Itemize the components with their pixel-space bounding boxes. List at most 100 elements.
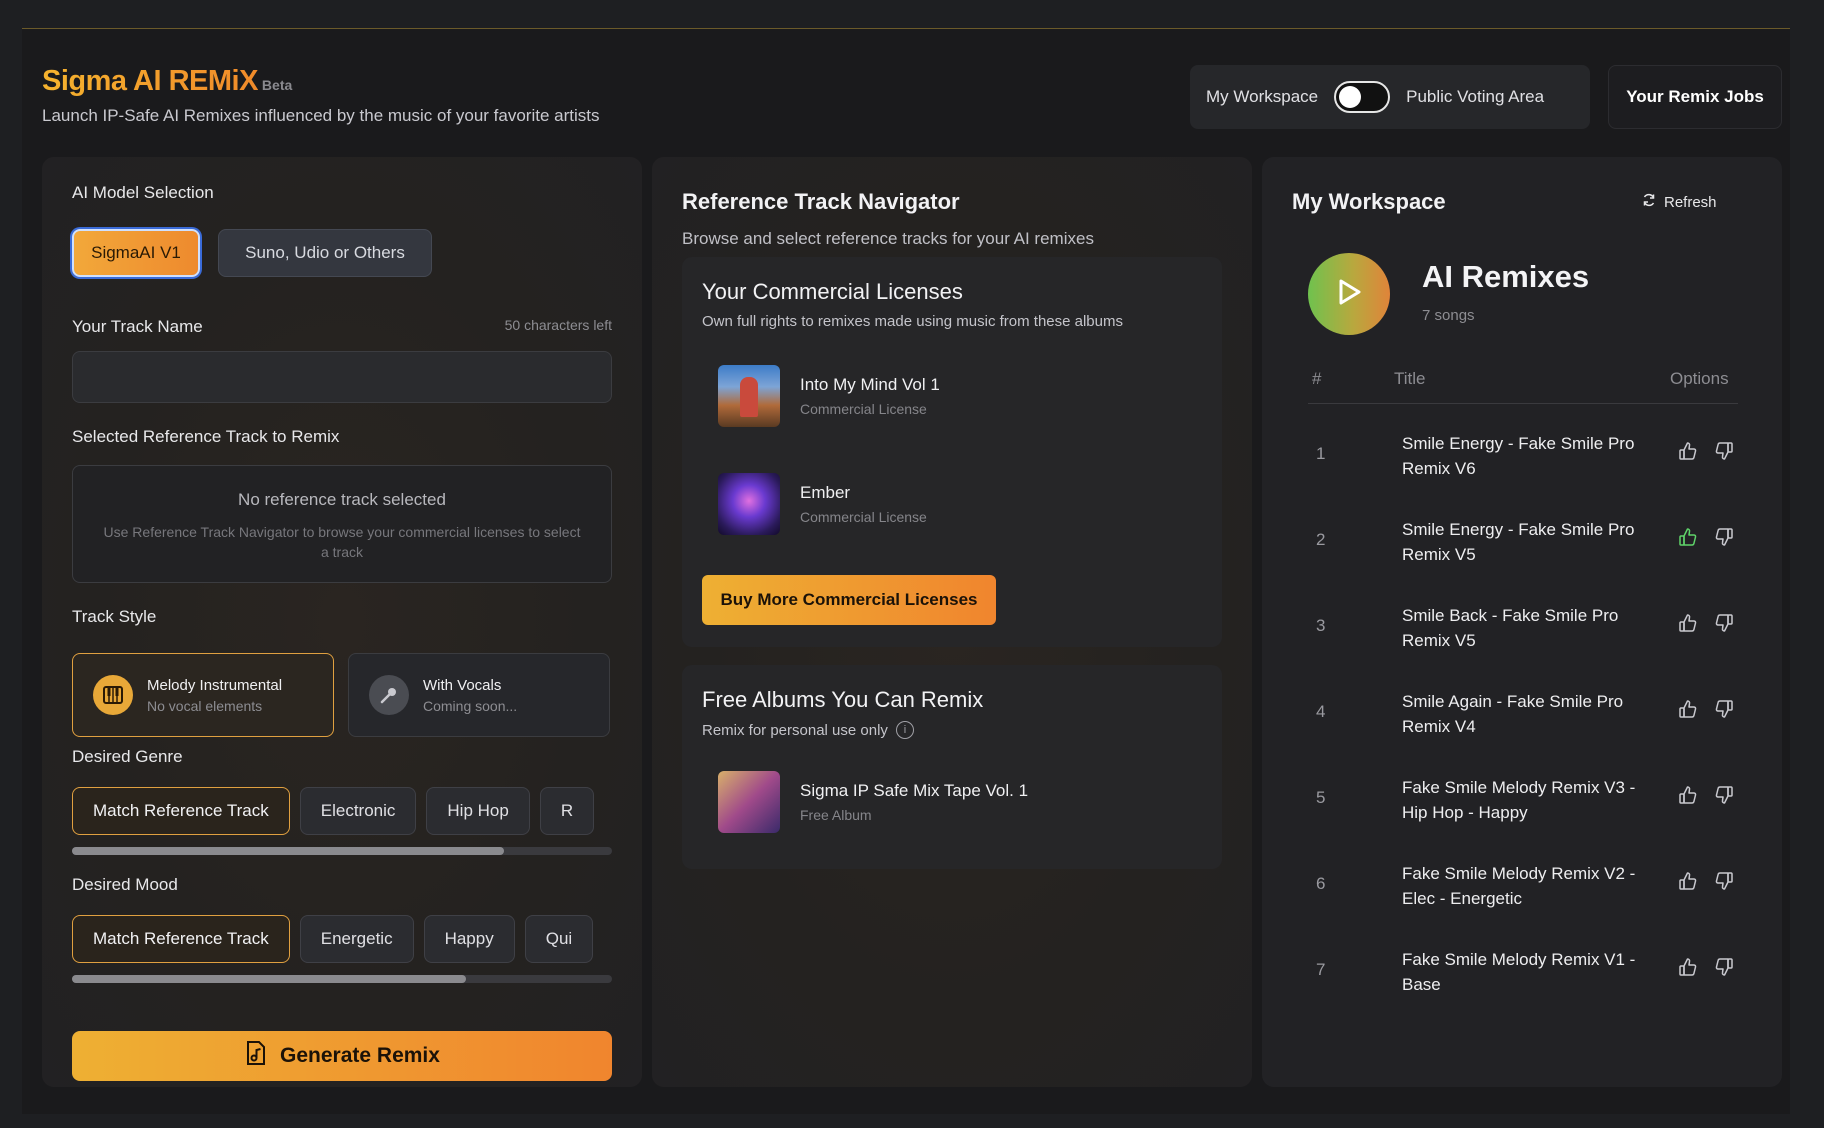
- genre-chip[interactable]: Electronic: [299, 787, 417, 835]
- toggle-label-workspace: My Workspace: [1206, 87, 1319, 106]
- free-albums-desc: Remix for personal use only: [702, 721, 888, 739]
- style-melody-desc: No vocal elements: [147, 697, 263, 714]
- col-header-title: Title: [1394, 369, 1426, 388]
- commercial-licenses-card: Your Commercial Licenses Own full rights…: [682, 257, 1222, 647]
- free-albums-title: Free Albums You Can Remix: [702, 687, 984, 712]
- music-file-icon: [244, 1040, 268, 1072]
- playlist-title: AI Remixes: [1422, 259, 1590, 294]
- beta-badge: Beta: [261, 77, 293, 93]
- album-cover: [718, 365, 780, 427]
- track-row[interactable]: 6 Fake Smile Melody Remix V2 - Elec - Ene…: [1308, 843, 1738, 929]
- genre-label: Desired Genre: [72, 747, 183, 766]
- app-frame: Sigma AI REMiX Beta Launch IP-Safe AI Rem…: [22, 28, 1790, 1114]
- model-others-button[interactable]: Suno, Udio or Others: [218, 229, 432, 277]
- model-selection-label: AI Model Selection: [72, 183, 214, 202]
- workspace-title: My Workspace: [1292, 189, 1446, 214]
- album-name: Into My Mind Vol 1: [800, 375, 940, 394]
- thumbs-up-icon[interactable]: [1678, 441, 1698, 466]
- album-license: Free Album: [800, 807, 872, 823]
- app-subtitle: Launch IP-Safe AI Remixes influenced by …: [42, 106, 600, 125]
- workspace-panel: My Workspace Refresh AI Remixes 7 songs …: [1262, 157, 1782, 1087]
- thumbs-down-icon[interactable]: [1714, 785, 1734, 810]
- mood-chip[interactable]: Happy: [423, 915, 515, 963]
- workspace-toggle-group: My Workspace Public Voting Area: [1190, 65, 1590, 129]
- album-name: Ember: [800, 483, 851, 502]
- info-icon[interactable]: i: [895, 721, 914, 739]
- track-title: Fake Smile Melody Remix V2 - Elec - Ener…: [1402, 864, 1636, 908]
- track-row[interactable]: 1 Smile Energy - Fake Smile Pro Remix V6: [1308, 413, 1738, 499]
- mood-chip[interactable]: Match Reference Track: [72, 915, 290, 963]
- thumbs-up-icon[interactable]: [1678, 785, 1698, 810]
- thumbs-down-icon[interactable]: [1714, 441, 1734, 466]
- mood-chip[interactable]: Energetic: [299, 915, 414, 963]
- reference-track-label: Selected Reference Track to Remix: [72, 427, 340, 446]
- header-divider: [1308, 403, 1738, 404]
- microphone-icon: [369, 675, 409, 715]
- reference-track-box: No reference track selected Use Referenc…: [72, 465, 612, 583]
- generate-remix-button[interactable]: Generate Remix: [72, 1031, 612, 1081]
- mood-chips: Match Reference Track Energetic Happy Qu…: [72, 915, 612, 965]
- free-albums-card: Free Albums You Can Remix Remix for pers…: [682, 665, 1222, 869]
- thumbs-up-icon[interactable]: [1678, 527, 1698, 552]
- track-title: Smile Again - Fake Smile Pro Remix V4: [1402, 692, 1624, 736]
- model-sigmaai-button[interactable]: SigmaAI V1: [72, 229, 200, 277]
- thumbs-down-icon[interactable]: [1714, 699, 1734, 724]
- chars-left-counter: 50 characters left: [504, 317, 612, 333]
- thumbs-up-icon[interactable]: [1678, 871, 1698, 896]
- play-button[interactable]: [1308, 253, 1390, 335]
- track-number: 3: [1316, 616, 1326, 635]
- album-item[interactable]: Ember Commercial License: [718, 473, 927, 535]
- genre-chip[interactable]: Match Reference Track: [72, 787, 290, 835]
- thumbs-down-icon[interactable]: [1714, 957, 1734, 982]
- track-row[interactable]: 7 Fake Smile Melody Remix V1 - Base: [1308, 929, 1738, 1015]
- thumbs-down-icon[interactable]: [1714, 613, 1734, 638]
- piano-icon: [93, 675, 133, 715]
- no-reference-desc: Use Reference Track Navigator to browse …: [103, 524, 581, 560]
- genre-scroll-thumb[interactable]: [72, 847, 504, 855]
- refresh-label: Refresh: [1664, 193, 1717, 211]
- genre-chips: Match Reference Track Electronic Hip Hop…: [72, 787, 612, 837]
- thumbs-up-icon[interactable]: [1678, 613, 1698, 638]
- track-name-input[interactable]: [72, 351, 612, 403]
- track-number: 6: [1316, 874, 1326, 893]
- play-icon: [1336, 278, 1362, 311]
- album-item[interactable]: Into My Mind Vol 1 Commercial License: [718, 365, 940, 427]
- thumbs-up-icon[interactable]: [1678, 957, 1698, 982]
- track-number: 4: [1316, 702, 1326, 721]
- mood-scroll-thumb[interactable]: [72, 975, 467, 983]
- style-with-vocals[interactable]: With Vocals Coming soon...: [348, 653, 610, 737]
- genre-chip[interactable]: Hip Hop: [426, 787, 530, 835]
- thumbs-up-icon[interactable]: [1678, 699, 1698, 724]
- style-melody-instrumental[interactable]: Melody Instrumental No vocal elements: [72, 653, 334, 737]
- album-cover: [718, 473, 780, 535]
- album-license: Commercial License: [800, 401, 927, 417]
- track-row[interactable]: 4 Smile Again - Fake Smile Pro Remix V4: [1308, 671, 1738, 757]
- navigator-subtitle: Browse and select reference tracks for y…: [682, 229, 1094, 248]
- thumbs-down-icon[interactable]: [1714, 871, 1734, 896]
- style-vocals-name: With Vocals: [423, 676, 502, 694]
- genre-scrollbar[interactable]: [72, 847, 612, 855]
- buy-licenses-button[interactable]: Buy More Commercial Licenses: [702, 575, 996, 625]
- col-header-num: #: [1312, 369, 1322, 388]
- remix-jobs-button[interactable]: Your Remix Jobs: [1608, 65, 1782, 129]
- brand: Sigma AI REMiX Beta Launch IP-Safe AI Rem…: [42, 65, 600, 126]
- mood-scrollbar[interactable]: [72, 975, 612, 983]
- track-row[interactable]: 3 Smile Back - Fake Smile Pro Remix V5: [1308, 585, 1738, 671]
- track-row[interactable]: 5 Fake Smile Melody Remix V3 - Hip Hop - …: [1308, 757, 1738, 843]
- app-title: Sigma AI REMiX: [42, 65, 258, 97]
- commercial-title: Your Commercial Licenses: [702, 279, 963, 304]
- style-melody-name: Melody Instrumental: [147, 676, 283, 694]
- no-reference-title: No reference track selected: [238, 490, 446, 509]
- track-number: 1: [1316, 444, 1326, 463]
- thumbs-down-icon[interactable]: [1714, 527, 1734, 552]
- track-title: Fake Smile Melody Remix V1 - Base: [1402, 950, 1636, 994]
- workspace-toggle[interactable]: [1334, 81, 1391, 113]
- mood-chip[interactable]: Qui: [524, 915, 594, 963]
- refresh-button[interactable]: Refresh: [1642, 193, 1717, 211]
- track-row[interactable]: 2 Smile Energy - Fake Smile Pro Remix V5: [1308, 499, 1738, 585]
- track-title: Smile Back - Fake Smile Pro Remix V5: [1402, 606, 1619, 650]
- genre-chip[interactable]: R: [539, 787, 595, 835]
- album-cover: [718, 771, 780, 833]
- album-item[interactable]: Sigma IP Safe Mix Tape Vol. 1 Free Album: [718, 771, 1028, 833]
- remix-settings-panel: AI Model Selection SigmaAI V1 Suno, Udio…: [42, 157, 642, 1087]
